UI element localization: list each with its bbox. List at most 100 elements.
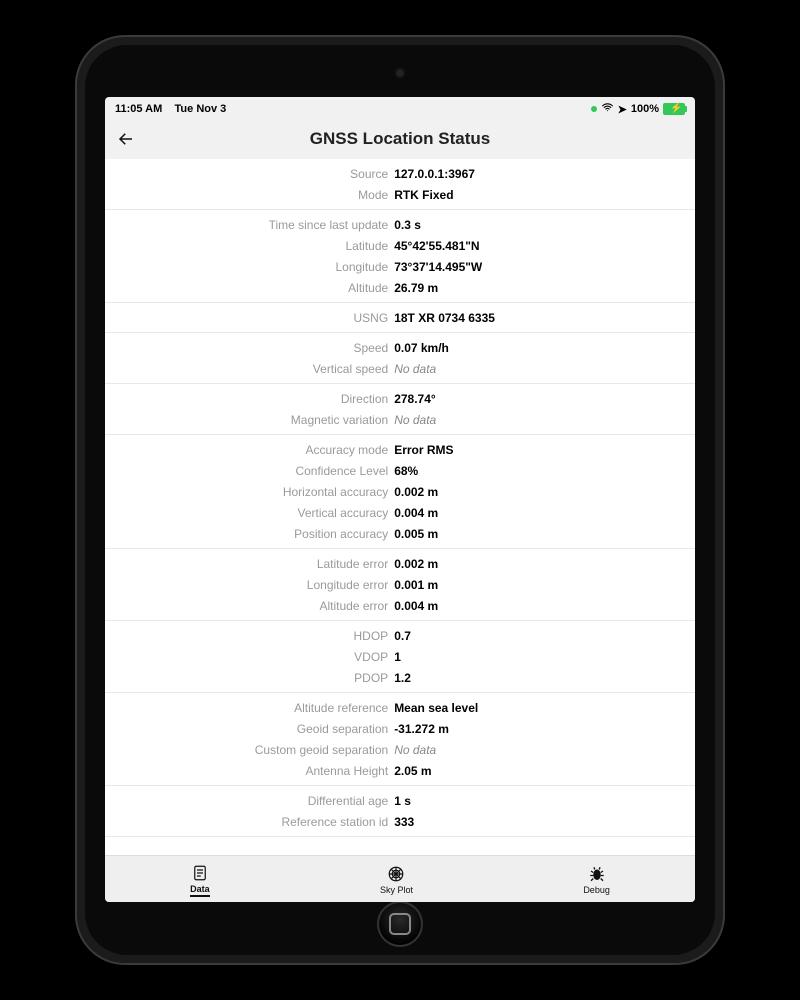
status-group: Time since last update0.3 sLatitude45°42…: [105, 210, 695, 303]
status-row: VDOP1: [105, 646, 695, 667]
status-label: Reference station id: [105, 815, 394, 829]
status-label: Magnetic variation: [105, 413, 394, 427]
status-value: 26.79 m: [394, 281, 695, 295]
status-value: 0.004 m: [394, 599, 695, 613]
location-icon: ➤: [618, 103, 627, 116]
status-group: Direction278.74°Magnetic variationNo dat…: [105, 384, 695, 435]
status-label: Custom geoid separation: [105, 743, 394, 757]
skyplot-icon: [387, 865, 405, 883]
bug-icon: [588, 865, 606, 883]
status-label: Position accuracy: [105, 527, 394, 541]
tab-skyplot[interactable]: Sky Plot: [380, 863, 413, 895]
status-row: Time since last update0.3 s: [105, 214, 695, 235]
statusbar-time: 11:05 AM: [115, 103, 162, 115]
status-row: USNG18T XR 0734 6335: [105, 307, 695, 328]
status-label: Direction: [105, 392, 394, 406]
status-row: Antenna Height2.05 m: [105, 760, 695, 781]
status-row: Custom geoid separationNo data: [105, 739, 695, 760]
status-value: -31.272 m: [394, 722, 695, 736]
status-value: 1 s: [394, 794, 695, 808]
status-group: Altitude referenceMean sea levelGeoid se…: [105, 693, 695, 786]
status-row: Reference station id333: [105, 811, 695, 832]
battery-pct: 100%: [631, 103, 659, 115]
status-value: RTK Fixed: [394, 188, 695, 202]
status-value: 127.0.0.1:3967: [394, 167, 695, 181]
status-row: Accuracy modeError RMS: [105, 439, 695, 460]
tab-data[interactable]: Data: [190, 862, 210, 897]
statusbar-right: ➤ 100% ⚡: [591, 101, 685, 117]
status-value: 18T XR 0734 6335: [394, 311, 695, 325]
status-label: Latitude: [105, 239, 394, 253]
status-label: Horizontal accuracy: [105, 485, 394, 499]
page-title: GNSS Location Status: [105, 129, 695, 149]
status-value: Error RMS: [394, 443, 695, 457]
status-group: Differential age1 sReference station id3…: [105, 786, 695, 837]
status-row: Longitude73°37'14.495"W: [105, 256, 695, 277]
status-label: Time since last update: [105, 218, 394, 232]
status-row: ModeRTK Fixed: [105, 184, 695, 205]
tab-debug[interactable]: Debug: [583, 863, 610, 895]
back-button[interactable]: [111, 124, 141, 154]
status-row: Latitude error0.002 m: [105, 553, 695, 574]
status-row: Magnetic variationNo data: [105, 409, 695, 430]
status-value: 0.002 m: [394, 485, 695, 499]
status-list: Source127.0.0.1:3967ModeRTK FixedTime si…: [105, 159, 695, 855]
status-group: Latitude error0.002 mLongitude error0.00…: [105, 549, 695, 621]
status-label: Altitude: [105, 281, 394, 295]
status-value: 0.07 km/h: [394, 341, 695, 355]
status-value: 0.005 m: [394, 527, 695, 541]
status-row: Position accuracy0.005 m: [105, 523, 695, 544]
status-row: Altitude referenceMean sea level: [105, 697, 695, 718]
status-value: Mean sea level: [394, 701, 695, 715]
tab-skyplot-label: Sky Plot: [380, 885, 413, 895]
status-label: Latitude error: [105, 557, 394, 571]
status-row: Horizontal accuracy0.002 m: [105, 481, 695, 502]
status-value: 0.3 s: [394, 218, 695, 232]
status-label: Mode: [105, 188, 394, 202]
status-row: HDOP0.7: [105, 625, 695, 646]
bottom-tabbar: Data Sky Plot Debug: [105, 855, 695, 902]
status-group: Source127.0.0.1:3967ModeRTK Fixed: [105, 159, 695, 210]
status-label: Confidence Level: [105, 464, 394, 478]
status-label: Altitude error: [105, 599, 394, 613]
status-label: Longitude: [105, 260, 394, 274]
status-value: 45°42'55.481"N: [394, 239, 695, 253]
statusbar-left: 11:05 AM Tue Nov 3: [115, 103, 226, 115]
status-label: Vertical accuracy: [105, 506, 394, 520]
status-label: Source: [105, 167, 394, 181]
tab-debug-label: Debug: [583, 885, 610, 895]
status-value: 0.004 m: [394, 506, 695, 520]
status-value: 0.7: [394, 629, 695, 643]
status-label: Speed: [105, 341, 394, 355]
battery-icon: ⚡: [663, 103, 685, 115]
tab-data-label: Data: [190, 884, 210, 897]
status-group: USNG18T XR 0734 6335: [105, 303, 695, 333]
home-button[interactable]: [377, 901, 423, 947]
device-camera: [394, 67, 406, 79]
status-row: Vertical accuracy0.004 m: [105, 502, 695, 523]
status-value: 1: [394, 650, 695, 664]
app-header: GNSS Location Status: [105, 119, 695, 159]
status-label: HDOP: [105, 629, 394, 643]
status-row: Latitude45°42'55.481"N: [105, 235, 695, 256]
status-value: 68%: [394, 464, 695, 478]
status-group: Speed0.07 km/hVertical speedNo data: [105, 333, 695, 384]
status-label: USNG: [105, 311, 394, 325]
wifi-icon: [601, 101, 614, 117]
status-value: No data: [394, 413, 695, 427]
status-value: 0.001 m: [394, 578, 695, 592]
screen: 11:05 AM Tue Nov 3 ➤ 100% ⚡ GNSS Locatio…: [105, 97, 695, 902]
status-row: Source127.0.0.1:3967: [105, 163, 695, 184]
status-row: Speed0.07 km/h: [105, 337, 695, 358]
status-label: Longitude error: [105, 578, 394, 592]
arrow-left-icon: [117, 130, 135, 148]
status-value: 278.74°: [394, 392, 695, 406]
status-label: Vertical speed: [105, 362, 394, 376]
statusbar-date: Tue Nov 3: [175, 103, 227, 115]
status-label: VDOP: [105, 650, 394, 664]
status-label: Antenna Height: [105, 764, 394, 778]
status-value: 1.2: [394, 671, 695, 685]
status-row: Direction278.74°: [105, 388, 695, 409]
status-row: Geoid separation-31.272 m: [105, 718, 695, 739]
status-value: 0.002 m: [394, 557, 695, 571]
